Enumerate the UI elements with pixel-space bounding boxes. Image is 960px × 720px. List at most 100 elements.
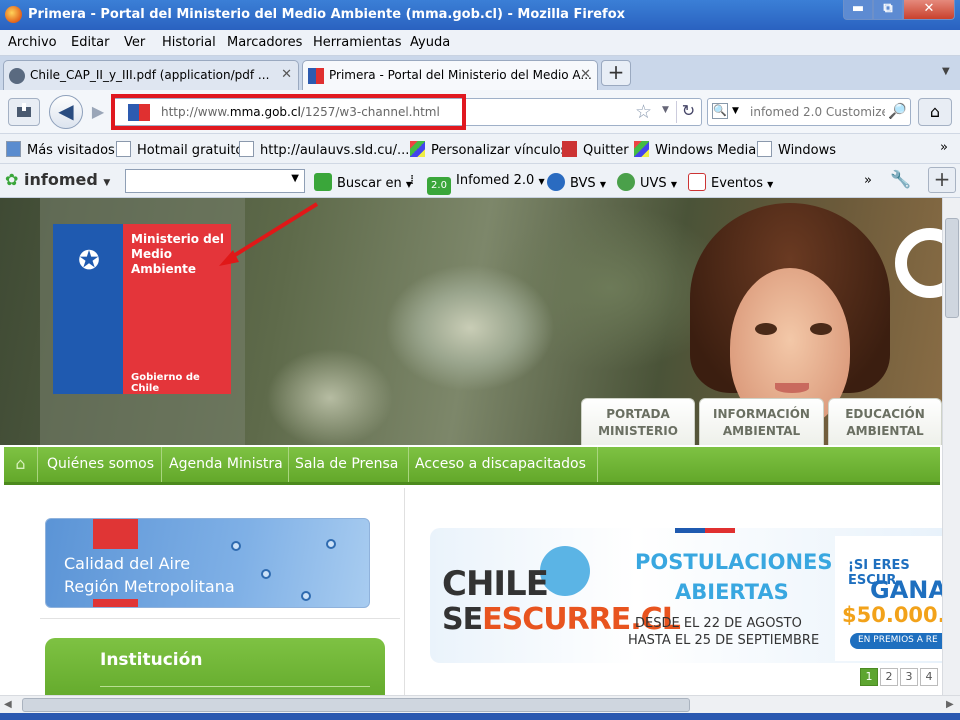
forward-button[interactable]: ▶ xyxy=(86,100,110,124)
infomed-logo[interactable]: ✿ infomed ▼ xyxy=(5,170,110,189)
bookmark-windows[interactable]: Windows xyxy=(757,141,836,158)
bookmark-label: Windows Media xyxy=(655,143,757,158)
tab-line: MINISTERIO xyxy=(598,424,678,438)
bookmarks-more-chevron[interactable]: » xyxy=(940,140,948,155)
bookmark-label: Más visitados xyxy=(27,143,115,158)
uvs-button[interactable]: UVS ▼ xyxy=(617,173,677,191)
bvs-button[interactable]: BVS ▼ xyxy=(547,173,606,191)
menu-editar[interactable]: Editar xyxy=(71,35,110,50)
logo-line: Medio xyxy=(131,247,173,261)
bookmark-hotmail[interactable]: Hotmail gratuito xyxy=(116,141,243,158)
toolbar-more-chevron[interactable]: » xyxy=(864,173,872,188)
nav-acceso-discapacitados[interactable]: Acceso a discapacitados xyxy=(415,456,586,472)
windows-logo-icon xyxy=(410,141,425,157)
pager-item[interactable]: 2 xyxy=(880,668,898,686)
menu-marcadores[interactable]: Marcadores xyxy=(227,35,302,50)
tab-informacion-ambiental[interactable]: INFORMACIÓN AMBIENTAL xyxy=(699,398,824,445)
scroll-left-icon[interactable]: ◀ xyxy=(4,699,12,710)
nav-divider xyxy=(597,447,598,482)
scroll-thumb[interactable] xyxy=(945,218,959,318)
scroll-right-icon[interactable]: ▶ xyxy=(946,699,954,710)
close-tab-icon[interactable]: ✕ xyxy=(580,67,591,82)
wrench-icon[interactable]: 🔧 xyxy=(890,170,911,190)
add-toolbar-button[interactable]: + xyxy=(928,167,956,193)
maximize-button[interactable]: ⧉ xyxy=(873,0,903,20)
bookmark-star-icon[interactable]: ☆ xyxy=(635,101,652,123)
bookmark-mas-visitados[interactable]: Más visitados xyxy=(6,141,115,158)
decorative-ring xyxy=(895,228,942,298)
infomed-search-select[interactable]: ▼ xyxy=(125,169,305,193)
nav-divider xyxy=(408,447,409,482)
tab-pdf[interactable]: Chile_CAP_II_y_III.pdf (application/pdf … xyxy=(3,60,299,90)
infomed-logo-text: infomed xyxy=(23,170,98,189)
search-bar[interactable]: 🔍 ▼ infomed 2.0 Customized 🔎 xyxy=(707,98,911,126)
logo-line: Ambiente xyxy=(131,262,197,276)
calidad-aire-banner[interactable]: Calidad del Aire Región Metropolitana xyxy=(45,518,370,608)
nav-quienes-somos[interactable]: Quiénes somos xyxy=(47,456,154,472)
infomed-dropdown-icon[interactable]: ▼ xyxy=(103,178,110,188)
nav-sala-de-prensa[interactable]: Sala de Prensa xyxy=(295,456,398,472)
menu-ayuda[interactable]: Ayuda xyxy=(410,35,450,50)
institucion-panel[interactable]: Institución xyxy=(45,638,385,695)
pager-item[interactable]: 1 xyxy=(860,668,878,686)
navigation-bar: ◀ ▶ http://www.mma.gob.cl/1257/w3-channe… xyxy=(0,90,960,134)
page-content: ✪ Ministerio del Medio Ambiente Gobierno… xyxy=(0,198,942,695)
main-nav: ⌂ Quiénes somos Agenda Ministra Sala de … xyxy=(4,447,940,485)
uvs-icon xyxy=(617,173,635,191)
promo-premios: EN PREMIOS A RE xyxy=(850,633,942,649)
infomed-20-badge: 2.0 xyxy=(427,177,451,195)
promo-banner[interactable]: CHILE SEESCURRE.CL POSTULACIONES ABIERTA… xyxy=(430,528,942,663)
downloads-button[interactable] xyxy=(8,98,40,126)
close-tab-icon[interactable]: ✕ xyxy=(281,67,292,82)
search-engine-icon[interactable]: 🔍 xyxy=(712,103,728,119)
close-button[interactable]: ✕ xyxy=(903,0,955,20)
pager-item[interactable]: 4 xyxy=(920,668,938,686)
promo-amount: $50.000.0 xyxy=(842,603,942,627)
menu-historial[interactable]: Historial xyxy=(162,35,216,50)
eventos-button[interactable]: Eventos ▼ xyxy=(688,173,773,191)
menu-herramientas[interactable]: Herramientas xyxy=(313,35,402,50)
back-button[interactable]: ◀ xyxy=(49,95,83,129)
tab-portada-ministerio[interactable]: PORTADA MINISTERIO xyxy=(581,398,695,445)
bookmark-quitter[interactable]: Quitter xyxy=(562,141,629,158)
vertical-scrollbar[interactable] xyxy=(942,198,960,695)
title-bar: Primera - Portal del Ministerio del Medi… xyxy=(0,0,960,30)
minimize-button[interactable]: ▬ xyxy=(843,0,873,20)
menu-ver[interactable]: Ver xyxy=(124,35,145,50)
menu-archivo[interactable]: Archivo xyxy=(8,35,57,50)
logo-title: Ministerio del Medio Ambiente xyxy=(131,232,226,277)
search-input[interactable]: infomed 2.0 Customized xyxy=(750,105,885,119)
bookmark-aulauvs[interactable]: http://aulauvs.sld.cu/... xyxy=(239,141,409,158)
engine-dropdown-icon[interactable]: ▼ xyxy=(732,106,739,116)
pager-item[interactable]: 3 xyxy=(900,668,918,686)
ministry-logo[interactable]: ✪ Ministerio del Medio Ambiente Gobierno… xyxy=(53,224,231,394)
quitter-icon xyxy=(562,141,577,157)
horizontal-scrollbar[interactable]: ◀ ▶ xyxy=(0,695,960,713)
infomed-logo-icon: ✿ xyxy=(5,170,19,189)
tab-label: Primera - Portal del Ministerio del Medi… xyxy=(329,68,592,82)
buscar-en-button[interactable]: Buscar en ▼ xyxy=(314,173,412,191)
splitter-icon: ⁞ xyxy=(410,173,415,188)
promo-abiertas: ABIERTAS xyxy=(675,580,789,604)
home-button[interactable]: ⌂ xyxy=(918,98,952,126)
chile-coat-of-arms-icon: ✪ xyxy=(78,246,100,276)
aire-title: Calidad del Aire xyxy=(64,554,191,573)
new-tab-button[interactable]: + xyxy=(601,60,631,86)
infomed-20-button[interactable]: 2.0 Infomed 2.0 ▼ xyxy=(427,173,545,195)
home-icon[interactable]: ⌂ xyxy=(4,447,38,482)
flag-red-block xyxy=(93,519,138,549)
url-dropdown-icon[interactable]: ▼ xyxy=(662,105,669,115)
tab-educacion-ambiental[interactable]: EDUCACIÓN AMBIENTAL xyxy=(828,398,942,445)
bookmark-personalizar[interactable]: Personalizar vínculos xyxy=(410,141,567,158)
search-go-icon[interactable]: 🔎 xyxy=(888,102,907,120)
scroll-thumb[interactable] xyxy=(22,698,690,712)
tab-strip: Chile_CAP_II_y_III.pdf (application/pdf … xyxy=(0,56,960,90)
tab-line: EDUCACIÓN xyxy=(845,407,925,421)
nav-agenda-ministra[interactable]: Agenda Ministra xyxy=(169,456,283,472)
bookmark-windows-media[interactable]: Windows Media xyxy=(634,141,756,158)
tab-primera[interactable]: Primera - Portal del Ministerio del Medi… xyxy=(302,60,598,90)
tab-list-icon[interactable]: ▼ xyxy=(942,66,950,77)
reload-button[interactable]: ↻ xyxy=(676,101,700,123)
institucion-title: Institución xyxy=(100,650,203,670)
arrow-right-icon xyxy=(314,173,332,191)
